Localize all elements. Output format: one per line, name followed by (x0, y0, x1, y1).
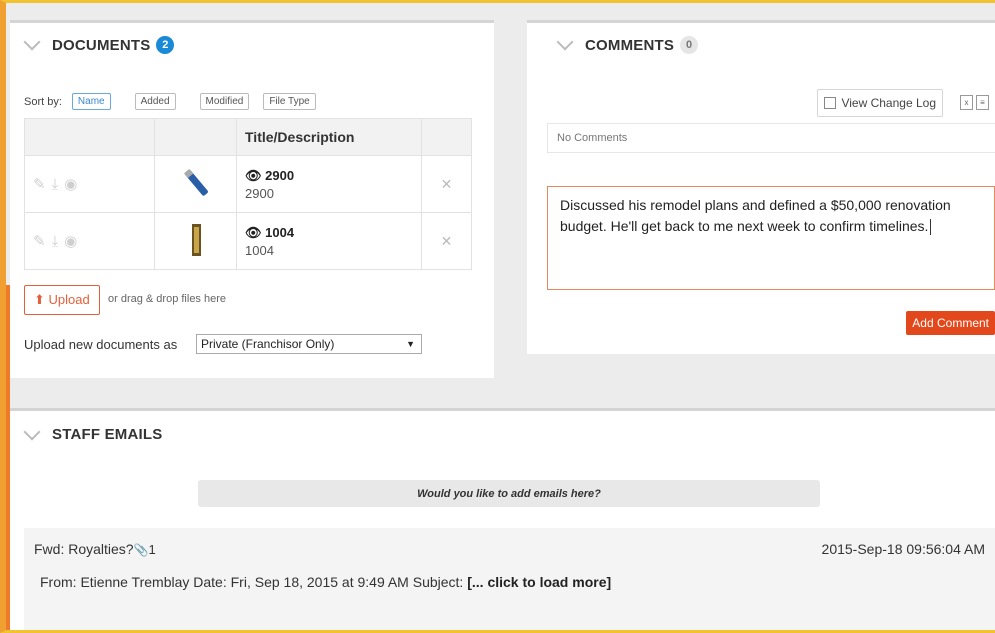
email-date: 2015-Sep-18 09:56:04 AM (821, 541, 985, 557)
visibility-select[interactable]: Private (Franchisor Only) ▼ (196, 334, 422, 354)
document-title: 1004 (265, 224, 295, 240)
comments-panel: COMMENTS 0 View Change Log x ≡ No Commen… (527, 20, 995, 354)
export-icons: x ≡ (960, 95, 989, 110)
sort-by-name-button[interactable]: Name (71, 93, 111, 110)
email-subject: Fwd: Royalties? (34, 541, 134, 557)
tool-thumbnail-icon (191, 223, 201, 256)
email-preview: From: Etienne Tremblay Date: Fri, Sep 18… (40, 574, 612, 590)
documents-table: Title/Description ✎ ⤓ ◉ 👁 2900 2900 ✕ ✎ ⤓ ◉ (24, 118, 472, 270)
add-comment-button[interactable]: Add Comment (906, 311, 995, 335)
sort-by-modified-button[interactable]: Modified (199, 93, 250, 110)
title-description-header: Title/Description (236, 118, 422, 156)
comments-title: COMMENTS (585, 36, 675, 54)
edit-icon[interactable]: ✎ (33, 176, 46, 193)
comments-count-badge: 0 (680, 36, 699, 54)
document-description: 1004 (245, 242, 274, 258)
document-export-icon[interactable]: ≡ (976, 95, 989, 110)
no-comments-message: No Comments (547, 123, 995, 153)
visibility-icon: 👁 (245, 224, 266, 240)
add-emails-prompt[interactable]: Would you like to add emails here? (198, 480, 820, 507)
edit-icon[interactable]: ✎ (33, 233, 46, 250)
sort-by-filetype-button[interactable]: File Type (263, 93, 316, 110)
chevron-down-icon[interactable] (23, 423, 41, 440)
sort-controls: Sort by: Name Added Modified File Type (24, 93, 316, 110)
email-item[interactable]: Fwd: Royalties?📎1 2015-Sep-18 09:56:04 A… (24, 528, 995, 633)
document-title-cell[interactable]: 👁 2900 2900 (236, 155, 422, 213)
table-header-row: Title/Description (24, 118, 472, 156)
staff-emails-body: Would you like to add emails here? Fwd: … (10, 458, 995, 633)
documents-header[interactable]: DOCUMENTS 2 (10, 23, 494, 67)
documents-title: DOCUMENTS (52, 36, 151, 54)
caret-down-icon: ▼ (406, 339, 415, 349)
checkbox[interactable] (824, 97, 837, 109)
comment-textarea[interactable]: Discussed his remodel plans and defined … (547, 186, 995, 290)
download-icon[interactable]: ⤓ (52, 233, 59, 250)
upload-icon: ⬆ (34, 292, 49, 307)
text-cursor (930, 219, 932, 236)
attachment-count: 1 (148, 542, 156, 557)
drop-hint: or drag & drop files here (108, 293, 227, 305)
documents-panel: DOCUMENTS 2 Sort by: Name Added Modified… (10, 20, 494, 378)
pen-thumbnail-icon (183, 168, 208, 196)
documents-count-badge: 2 (156, 36, 175, 54)
email-subject-line: Fwd: Royalties?📎1 (34, 541, 156, 557)
document-thumbnail[interactable] (154, 155, 237, 213)
document-title: 2900 (265, 167, 295, 183)
sort-label: Sort by: (24, 95, 62, 108)
table-row: ✎ ⤓ ◉ 👁 2900 2900 ✕ (24, 155, 472, 213)
upload-button[interactable]: ⬆ Upload (24, 285, 100, 315)
upload-as-label: Upload new documents as (24, 337, 178, 352)
eye-icon[interactable]: ◉ (64, 176, 77, 193)
visibility-icon: 👁 (245, 167, 266, 183)
table-row: ✎ ⤓ ◉ 👁 1004 1004 ✕ (24, 212, 472, 270)
delete-icon[interactable]: ✕ (421, 212, 472, 270)
excel-export-icon[interactable]: x (960, 95, 973, 110)
download-icon[interactable]: ⤓ (52, 176, 59, 193)
delete-icon[interactable]: ✕ (421, 155, 472, 213)
chevron-down-icon[interactable] (556, 33, 574, 51)
paperclip-icon: 📎 (133, 543, 149, 557)
left-accent-strip (0, 285, 10, 633)
document-title-cell[interactable]: 👁 1004 1004 (236, 212, 422, 270)
eye-icon[interactable]: ◉ (64, 233, 77, 250)
view-change-log-button[interactable]: View Change Log (817, 89, 943, 117)
sort-by-added-button[interactable]: Added (134, 93, 176, 110)
staff-emails-title: STAFF EMAILS (52, 426, 163, 443)
staff-emails-header[interactable]: STAFF EMAILS (10, 408, 995, 458)
row-actions: ✎ ⤓ ◉ (24, 212, 155, 270)
document-description: 2900 (245, 185, 274, 201)
comments-header[interactable]: COMMENTS 0 (527, 23, 995, 67)
load-more-link[interactable]: [... click to load more] (467, 574, 611, 590)
row-actions: ✎ ⤓ ◉ (24, 155, 155, 213)
document-thumbnail[interactable] (154, 212, 237, 270)
chevron-down-icon[interactable] (23, 33, 41, 51)
